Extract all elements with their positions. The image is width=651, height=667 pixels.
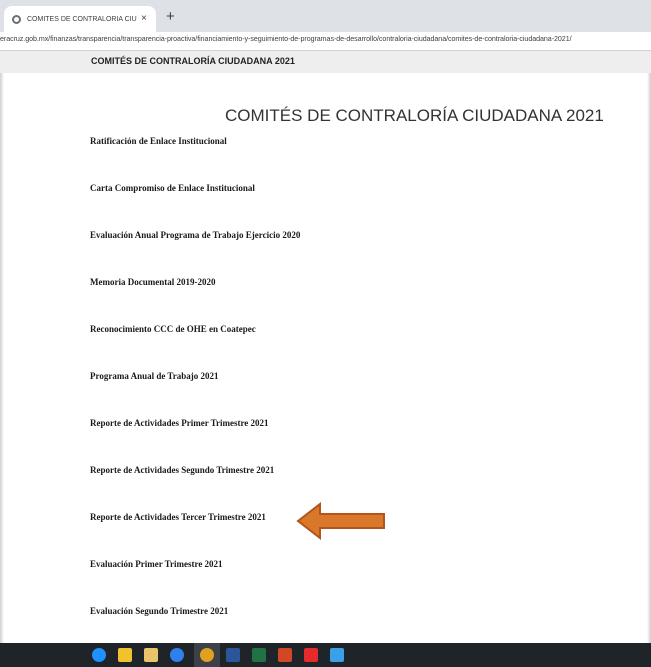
page-content: COMITÉS DE CONTRALORÍA CIUDADANA 2021 CO…	[0, 51, 651, 643]
address-bar[interactable]: eracruz.gob.mx/finanzas/transparencia/tr…	[0, 32, 651, 51]
document-link[interactable]: Carta Compromiso de Enlace Institucional	[90, 183, 255, 193]
document-link[interactable]: Evaluación Segundo Trimestre 2021	[90, 606, 228, 616]
internet-explorer-icon[interactable]	[170, 648, 184, 662]
site-favicon-icon	[12, 14, 21, 24]
left-arrow-icon	[296, 502, 385, 540]
excel-icon[interactable]	[252, 648, 266, 662]
document-link[interactable]: Reconocimiento CCC de OHE en Coatepec	[90, 324, 256, 334]
chrome-icon[interactable]	[200, 648, 214, 662]
document-link[interactable]: Reporte de Actividades Primer Trimestre …	[90, 418, 269, 428]
browser-tab[interactable]: COMITÉS DE CONTRALORÍA CIU ×	[4, 6, 156, 32]
windows-taskbar	[0, 643, 651, 667]
document-link[interactable]: Evaluación Anual Programa de Trabajo Eje…	[90, 230, 300, 240]
photos-icon[interactable]	[330, 648, 344, 662]
document-link[interactable]: Memoria Documental 2019-2020	[90, 277, 215, 287]
page-shadow-right	[647, 73, 651, 643]
breadcrumb: COMITÉS DE CONTRALORÍA CIUDADANA 2021	[91, 56, 295, 66]
powerpoint-icon[interactable]	[278, 648, 292, 662]
document-link[interactable]: Ratificación de Enlace Institucional	[90, 136, 227, 146]
acrobat-icon[interactable]	[304, 648, 318, 662]
document-link[interactable]: Reporte de Actividades Segundo Trimestre…	[90, 465, 274, 475]
document-link-highlighted[interactable]: Reporte de Actividades Tercer Trimestre …	[90, 512, 266, 522]
new-tab-button[interactable]: +	[166, 9, 175, 24]
browser-tab-strip: COMITÉS DE CONTRALORÍA CIU × +	[0, 0, 651, 32]
document-link[interactable]: Programa Anual de Trabajo 2021	[90, 371, 219, 381]
tab-title: COMITÉS DE CONTRALORÍA CIU	[27, 15, 137, 23]
word-icon[interactable]	[226, 648, 240, 662]
url-text[interactable]: eracruz.gob.mx/finanzas/transparencia/tr…	[0, 35, 572, 43]
file-explorer-icon[interactable]	[118, 648, 132, 662]
cortana-icon[interactable]	[92, 648, 106, 662]
breadcrumb-bar: COMITÉS DE CONTRALORÍA CIUDADANA 2021	[0, 51, 651, 73]
document-link[interactable]: Evaluación Primer Trimestre 2021	[90, 559, 223, 569]
page-shadow-left	[0, 73, 4, 643]
mail-icon[interactable]	[144, 648, 158, 662]
page-title: COMITÉS DE CONTRALORÍA CIUDADANA 2021	[225, 106, 604, 126]
close-tab-icon[interactable]: ×	[141, 14, 147, 24]
